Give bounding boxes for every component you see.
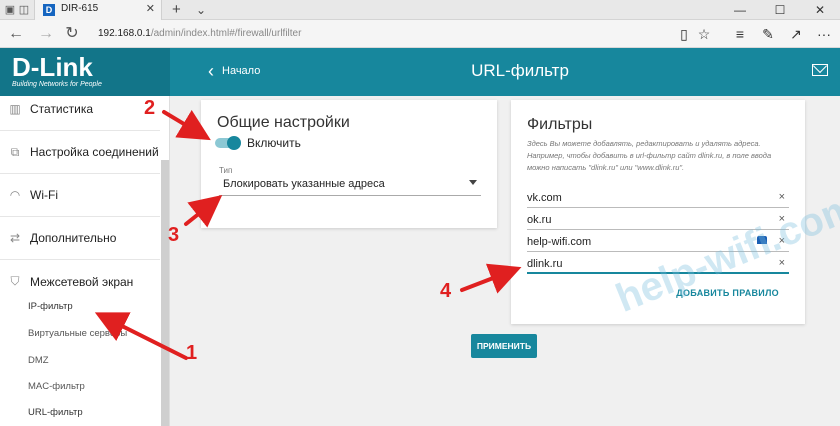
annotation-1: 1 [186, 342, 198, 364]
arrow-3 [184, 195, 223, 228]
annotation-2: 2 [144, 97, 156, 119]
arrow-1 [94, 312, 188, 360]
arrow-2 [162, 109, 211, 141]
annotation-4: 4 [440, 280, 452, 302]
annotation-3: 3 [168, 224, 180, 246]
arrow-4 [460, 263, 522, 294]
annotation-arrows [94, 109, 522, 360]
